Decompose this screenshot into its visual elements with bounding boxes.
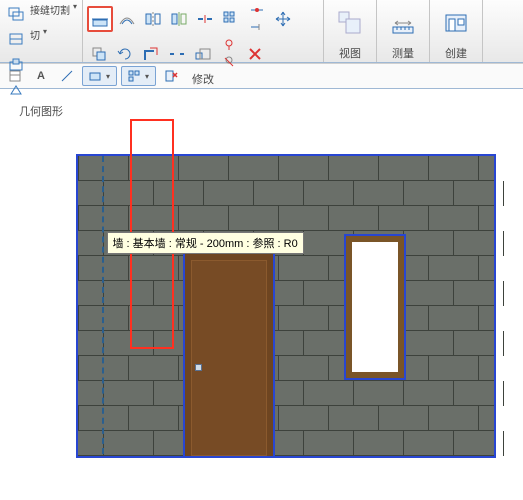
linework-button[interactable] <box>56 65 78 87</box>
panel-view: 视图 <box>324 0 377 62</box>
delete-button[interactable] <box>243 42 267 66</box>
split-gap-button[interactable] <box>165 42 189 66</box>
element-tooltip: 墙 : 基本墙 : 常规 - 200mm : 参照 : R0 <box>107 232 304 254</box>
trim-extend-2[interactable] <box>245 19 269 35</box>
door-knob-icon <box>195 364 202 371</box>
offset-button[interactable] <box>115 7 139 31</box>
options-select-2[interactable]: ▾ <box>121 66 156 86</box>
properties-button[interactable] <box>4 65 26 87</box>
split-button[interactable] <box>193 7 217 31</box>
options-select-1[interactable]: ▾ <box>82 66 117 86</box>
cut-join-label: 接缝切割 <box>30 2 70 26</box>
trim-extend-1[interactable] <box>245 2 269 18</box>
measure-button[interactable] <box>385 2 421 44</box>
panel-label-geometry: 几何图形 <box>4 102 78 119</box>
move-button[interactable] <box>271 7 295 31</box>
mirror-axis-button[interactable] <box>141 7 165 31</box>
panel-geometry: 接缝切割 ▾ 切 ▾ 几何图形 <box>0 0 83 62</box>
copy-button[interactable] <box>87 42 111 66</box>
panel-create: 创建 <box>430 0 483 62</box>
dropdown-icon[interactable]: ▾ <box>43 27 47 51</box>
mirror-draw-button[interactable] <box>167 7 191 31</box>
filter-close-button[interactable] <box>160 65 182 87</box>
align-button[interactable] <box>87 6 113 32</box>
panel-measure: 测量 <box>377 0 430 62</box>
drawing-canvas[interactable]: document.write(Array.from({length:12},(_… <box>22 119 502 499</box>
create-button[interactable] <box>438 2 474 44</box>
trim-corner-button[interactable] <box>139 42 163 66</box>
dropdown-icon[interactable]: ▾ <box>73 2 77 26</box>
cut-button[interactable] <box>4 27 28 51</box>
array-button[interactable] <box>219 7 243 31</box>
cut-join-button[interactable] <box>4 2 28 26</box>
cut-label: 切 <box>30 27 40 51</box>
ribbon-panels: 接缝切割 ▾ 切 ▾ 几何图形 <box>0 0 523 62</box>
reference-line[interactable] <box>102 156 104 454</box>
pin-button[interactable] <box>217 37 241 53</box>
panel-label-create: 创建 <box>434 44 478 61</box>
rotate-button[interactable] <box>113 42 137 66</box>
panel-modify: 修改 <box>83 0 324 62</box>
window-element[interactable] <box>346 236 404 378</box>
panel-label-measure: 测量 <box>381 44 425 61</box>
view-button[interactable] <box>332 2 368 44</box>
unpin-button[interactable] <box>217 54 241 70</box>
panel-label-view: 视图 <box>328 44 372 61</box>
text-tool-button[interactable]: A <box>30 65 52 87</box>
door-element[interactable] <box>183 252 275 456</box>
scale-button[interactable] <box>191 42 215 66</box>
ribbon: 接缝切割 ▾ 切 ▾ 几何图形 <box>0 0 523 63</box>
